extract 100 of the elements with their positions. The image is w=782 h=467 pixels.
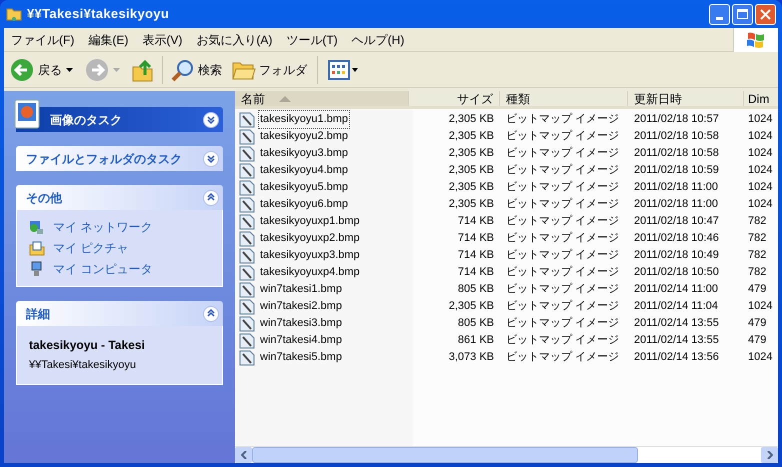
task-link[interactable]: マイ ネットワーク [53,218,152,236]
bitmap-file-icon [239,248,255,264]
table-cell-text: 1024 [748,163,772,178]
sort-arrow-icon [279,96,291,102]
table-cell-text: 2011/02/18 10:58 [634,146,719,162]
collapse-icon[interactable] [203,190,219,206]
table-cell-text: ビットマップ イメージ [506,230,620,246]
table-cell-text: 1024 [748,197,772,212]
file-name[interactable]: takesikyoyuxp1.bmp [258,212,362,231]
table-cell-text: ビットマップ イメージ [506,264,620,280]
menu-item[interactable]: ファイル(F) [6,28,80,50]
search-icon [171,58,195,82]
column-header[interactable]: 名前 [235,91,409,106]
table-cell-text: 2011/02/14 11:04 [634,299,718,314]
pane-title: 詳細 [26,306,50,322]
menu-item[interactable]: お気に入り(A) [191,28,278,50]
table-cell-text: 2011/02/18 10:49 [634,248,719,264]
up-folder-icon[interactable] [132,58,154,82]
scroll-left-button[interactable] [235,447,252,463]
menu-item[interactable]: ツール(T) [281,28,343,50]
horizontal-scrollbar[interactable] [235,446,778,463]
table-cell-text: 782 [748,248,766,264]
pane-header[interactable]: ファイルとフォルダのタスク [16,146,223,171]
task-link[interactable]: マイ コンピュータ [53,260,152,278]
file-name[interactable]: takesikyoyuxp3.bmp [258,246,362,265]
table-cell-text: 2011/02/18 11:00 [634,180,718,196]
back-button[interactable]: 戻る [10,58,62,82]
column-header[interactable]: サイズ [409,91,500,106]
column-header[interactable]: Dim [744,91,774,106]
task-link[interactable]: マイ ピクチャ [53,239,128,257]
bitmap-file-icon [239,298,255,314]
file-name[interactable]: takesikyoyu5.bmp [258,178,350,197]
menu-item[interactable]: 編集(E) [83,28,134,50]
bitmap-file-icon [239,282,255,298]
table-cell-text: 2011/02/18 10:59 [634,163,719,178]
network-icon[interactable] [29,219,45,235]
file-name[interactable]: win7takesi5.bmp [258,348,344,367]
pane-header[interactable]: その他 [16,185,223,210]
file-name[interactable]: takesikyoyu3.bmp [258,144,350,163]
table-cell-text: 2011/02/18 10:46 [634,231,719,246]
file-name[interactable]: win7takesi3.bmp [258,314,344,333]
close-icon [760,8,771,20]
file-name[interactable]: takesikyoyu2.bmp [258,127,350,146]
scrollbar-thumb[interactable] [252,447,638,463]
pane-header[interactable]: 画像のタスク [16,107,223,132]
dropdown-arrow-icon[interactable] [66,68,73,72]
table-cell-text: ビットマップ イメージ [506,146,620,162]
expand-icon[interactable] [203,150,219,166]
table-cell-text: 805 KB [458,282,494,298]
table-cell-text: 479 [748,316,766,332]
table-cell-text: 2011/02/18 11:00 [634,197,718,212]
minimize-button[interactable] [709,4,730,24]
table-cell-text: 2,305 KB [448,129,494,144]
scroll-right-button[interactable] [761,447,778,463]
maximize-button[interactable] [732,4,753,24]
file-name[interactable]: takesikyoyuxp2.bmp [258,229,362,248]
table-cell-text: ビットマップ イメージ [506,248,620,264]
views-button[interactable] [328,60,358,80]
table-cell-text: 2,305 KB [448,299,494,314]
table-cell-text: 714 KB [458,231,494,246]
column-header[interactable]: 種類 [500,91,628,106]
table-cell-text: 714 KB [458,265,494,280]
file-name[interactable]: win7takesi1.bmp [258,280,344,299]
table-cell-text: 2011/02/14 13:55 [634,333,719,348]
search-button[interactable]: 検索 [171,58,222,82]
table-cell-text: 479 [748,333,766,348]
detail-path: ¥¥Takesi¥takesikyoyu [29,358,138,373]
picture-folder-icon[interactable] [29,240,45,256]
table-cell-text: ビットマップ イメージ [506,316,620,332]
detail-name: takesikyoyu - Takesi [29,337,146,354]
table-cell-text: ビットマップ イメージ [506,128,620,144]
table-cell-text: 2,305 KB [448,112,494,128]
menu-item[interactable]: ヘルプ(H) [346,28,410,50]
table-cell-text: 714 KB [458,214,494,230]
table-cell-text: ビットマップ イメージ [506,196,620,212]
table-cell-text: 2011/02/14 13:56 [634,350,719,366]
pane-header[interactable]: 詳細 [16,301,223,326]
table-cell-text: 1024 [748,146,772,162]
expand-icon[interactable] [203,112,219,128]
folders-button[interactable]: フォルダ [232,58,307,80]
table-cell-text: ビットマップ イメージ [506,180,620,196]
table-cell-text: 2011/02/18 10:50 [634,265,719,280]
file-name[interactable]: win7takesi2.bmp [258,297,344,316]
table-cell-text: ビットマップ イメージ [506,332,620,348]
bitmap-file-icon [239,128,255,144]
table-cell-text: 1024 [748,299,772,314]
file-name[interactable]: takesikyoyu1.bmp [258,110,350,129]
close-button[interactable] [755,4,776,24]
table-cell-text: 2,305 KB [448,180,494,196]
file-name[interactable]: takesikyoyu4.bmp [258,161,350,180]
file-name[interactable]: takesikyoyuxp4.bmp [258,263,362,282]
bitmap-file-icon [239,264,255,280]
column-header[interactable]: 更新日時 [628,91,744,106]
file-name[interactable]: takesikyoyu6.bmp [258,195,350,214]
bitmap-file-icon [239,350,255,366]
collapse-icon[interactable] [203,306,219,322]
table-cell-text: 782 [748,214,766,230]
menu-item[interactable]: 表示(V) [137,28,188,50]
table-cell-text: ビットマップ イメージ [506,350,620,366]
file-name[interactable]: win7takesi4.bmp [258,331,344,350]
